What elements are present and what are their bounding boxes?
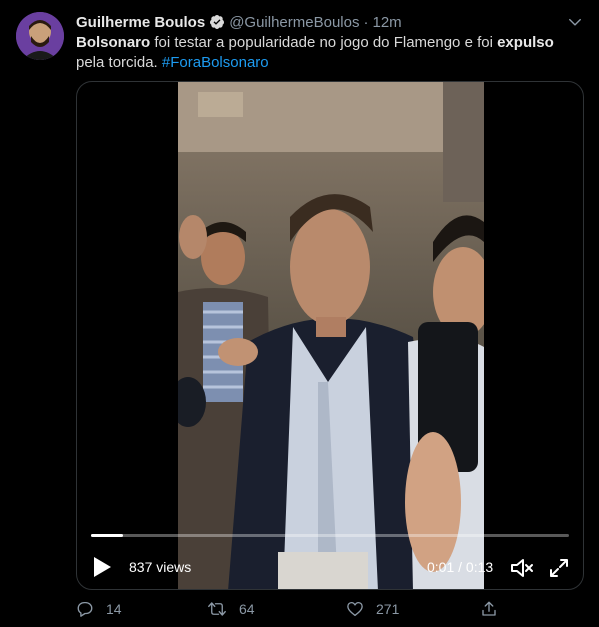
video-progress-bar[interactable] [91, 534, 569, 537]
tweet-text-part: foi testar a popularidade no jogo do Fla… [150, 34, 498, 51]
tweet-text-bold: Bolsonaro [76, 34, 151, 51]
tweet-actions: 14 64 271 [76, 598, 506, 620]
share-icon [482, 601, 496, 616]
volume-button[interactable] [509, 556, 535, 580]
tweet-text-bold: expulso [497, 34, 554, 51]
tweet-text-part: pela torcida. [76, 54, 162, 71]
video-controls: 837 views 0:01 / 0:13 [77, 550, 583, 586]
heart-icon [347, 601, 363, 617]
retweet-button[interactable]: 64 [207, 598, 255, 620]
hashtag-link[interactable]: #ForaBolsonaro [162, 54, 269, 71]
reply-icon [77, 601, 93, 617]
avatar-image [16, 12, 64, 60]
tweet-card[interactable]: Guilherme Boulos @GuilhermeBoulos · 12m … [0, 0, 599, 627]
chevron-down-icon[interactable] [565, 12, 585, 32]
author-avatar[interactable] [16, 12, 64, 60]
author-name[interactable]: Guilherme Boulos [76, 14, 205, 31]
retweet-icon [208, 602, 226, 616]
share-button[interactable] [480, 598, 510, 620]
play-button[interactable] [91, 555, 113, 579]
video-frame[interactable] [178, 82, 484, 589]
video-still-image [178, 82, 484, 589]
video-progress-fill [91, 534, 124, 537]
like-button[interactable]: 271 [346, 598, 399, 620]
retweet-count: 64 [239, 601, 255, 617]
author-handle[interactable]: @GuilhermeBoulos [229, 14, 359, 31]
play-icon [94, 557, 111, 577]
video-player[interactable]: 837 views 0:01 / 0:13 [76, 81, 584, 590]
like-count: 271 [376, 601, 400, 617]
muted-speaker-icon [511, 559, 533, 577]
reply-button[interactable]: 14 [76, 598, 122, 620]
verified-badge-icon [209, 14, 225, 30]
video-time: 0:01 / 0:13 [427, 559, 494, 575]
reply-count: 14 [106, 601, 122, 617]
header-separator: · [363, 13, 369, 31]
view-count: 837 views [129, 559, 192, 575]
fullscreen-button[interactable] [547, 556, 571, 580]
fullscreen-icon [550, 559, 568, 577]
tweet-timestamp[interactable]: 12m [372, 14, 401, 31]
tweet-text: Bolsonaro foi testar a popularidade no j… [76, 33, 581, 73]
tweet-header: Guilherme Boulos @GuilhermeBoulos · 12m [76, 12, 559, 32]
